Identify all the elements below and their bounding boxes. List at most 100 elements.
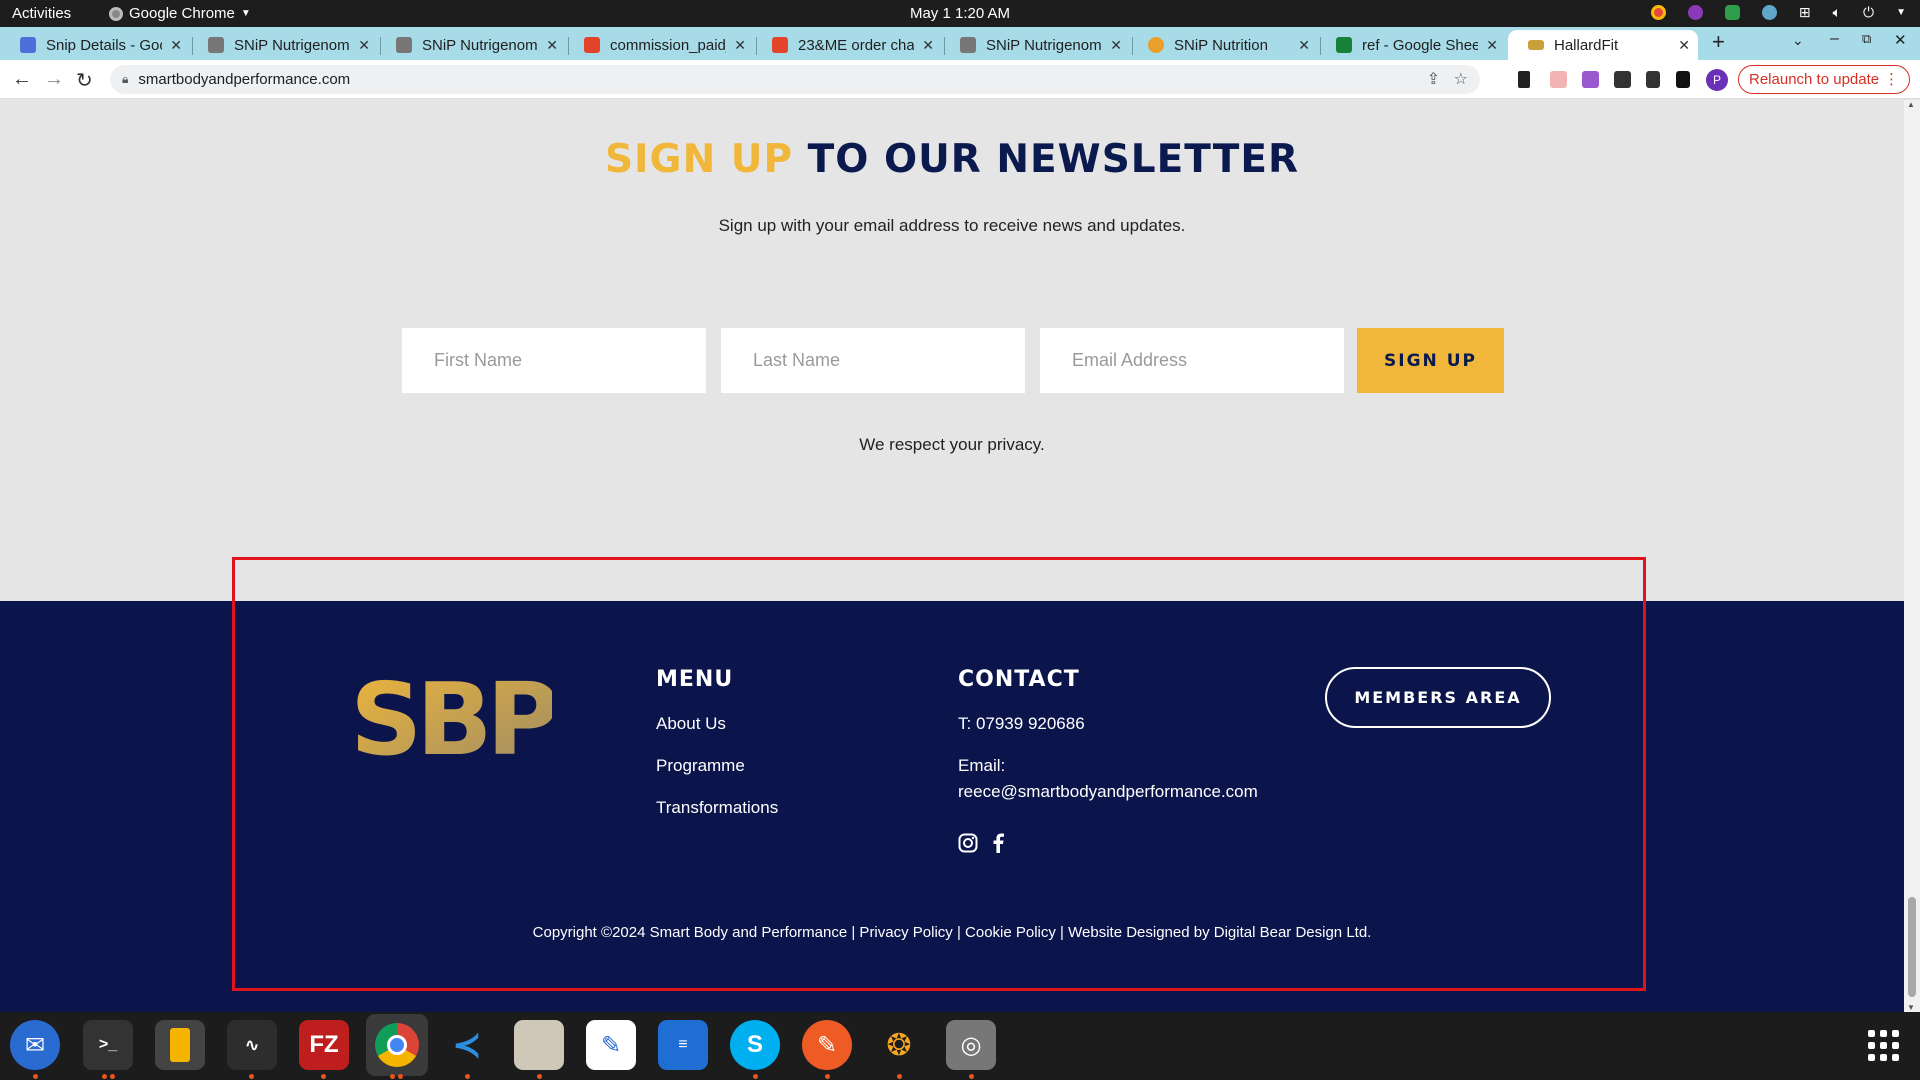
tab-title: HallardFit [1554,36,1619,54]
scroll-down-arrow-icon[interactable]: ▼ [1907,1003,1915,1012]
caret-down-icon[interactable]: ▼ [1896,7,1906,18]
files-icon[interactable] [514,1020,564,1070]
running-indicator [465,1074,470,1079]
page-scrollbar[interactable]: ▲ ▼ [1904,100,1920,1012]
postman-icon[interactable]: ✎ [802,1020,852,1070]
snip-favicon-icon [208,37,224,53]
x-tray-icon[interactable] [1761,5,1777,20]
tab-search-icon[interactable]: ⌄ [1792,32,1804,49]
tab[interactable]: SNiP Nutrigenomi ✕ [188,30,378,60]
gitlab-favicon-icon [772,37,788,53]
snip-favicon-icon [396,37,412,53]
tab[interactable]: commission_paid_ ✕ [564,30,754,60]
side-panel-icon[interactable] [1676,71,1690,88]
close-tab-icon[interactable]: ✕ [170,37,182,54]
gitlab-favicon-icon [584,37,600,53]
network-icon[interactable]: ⊞ [1799,4,1811,21]
thunderbird-icon[interactable]: ✉ [10,1020,60,1070]
running-indicator [102,1074,107,1079]
share-icon[interactable]: ⇪ [1427,69,1440,89]
vscode-icon[interactable]: ≺ [442,1020,492,1070]
tab-title: SNiP Nutrition [1174,36,1268,54]
relaunch-button[interactable]: Relaunch to update ⋮ [1738,65,1910,94]
skype-icon[interactable]: S [730,1020,780,1070]
restore-icon[interactable]: ⧉ [1862,31,1871,47]
close-tab-icon[interactable]: ✕ [358,37,370,54]
download-icon[interactable] [1646,71,1660,88]
text-editor-icon[interactable]: ✎ [586,1020,636,1070]
tab-strip: Snip Details - Goo ✕ SNiP Nutrigenomi ✕ … [0,27,1920,60]
more-menu-icon[interactable]: ⋮ [1884,70,1899,88]
first-name-input[interactable] [402,328,706,393]
email-input[interactable] [1040,328,1344,393]
running-indicator [969,1074,974,1079]
running-indicator [897,1074,902,1079]
close-tab-icon[interactable]: ✕ [1486,37,1498,54]
libreoffice-writer-icon[interactable]: ≡ [658,1020,708,1070]
bookmark-star-icon[interactable]: ☆ [1454,69,1468,89]
filezilla-icon[interactable]: FZ [299,1020,349,1070]
extensions-puzzle-icon[interactable] [1614,71,1631,88]
running-indicator [537,1074,542,1079]
close-tab-icon[interactable]: ✕ [1298,37,1310,54]
hallardfit-favicon-icon [1528,40,1544,50]
dock: ✉ >_ ∿ FZ ≺ ✎ ≡ S ✎ ❂ ◎ [0,1012,1920,1080]
minimize-icon[interactable]: – [1830,30,1839,48]
running-indicator [398,1074,403,1079]
system-top-bar: Activities Google Chrome ▼ May 1 1:20 AM… [0,0,1920,27]
tab[interactable]: SNiP Nutrition ✕ [1128,30,1318,60]
close-tab-icon[interactable]: ✕ [922,37,934,54]
calculator-icon[interactable] [155,1020,205,1070]
pen-extension-icon[interactable] [1582,71,1599,88]
shield-tray-icon[interactable] [1724,5,1740,20]
tab-active[interactable]: HallardFit ✕ [1508,30,1698,60]
scrollbar-thumb[interactable] [1908,897,1916,997]
heading-rest: TO OUR NEWSLETTER [807,137,1300,182]
tab[interactable]: SNiP Nutrigenomi ✕ [940,30,1130,60]
snip-favicon-icon [960,37,976,53]
close-tab-icon[interactable]: ✕ [1678,37,1690,54]
volume-icon[interactable]: 🔈︎ [1833,4,1841,21]
profile-avatar[interactable]: P [1706,69,1728,91]
newsletter-subtitle: Sign up with your email address to recei… [718,216,1186,235]
close-tab-icon[interactable]: ✕ [1110,37,1122,54]
power-icon[interactable]: ⏻ [1863,4,1874,21]
flame-app-icon[interactable]: ❂ [874,1020,924,1070]
tab[interactable]: 23&ME order chan ✕ [752,30,942,60]
system-monitor-icon[interactable]: ∿ [227,1020,277,1070]
close-tab-icon[interactable]: ✕ [734,37,746,54]
show-applications-icon[interactable] [1868,1030,1899,1061]
running-indicator [110,1074,115,1079]
sign-up-button[interactable]: SIGN UP [1357,328,1504,393]
calendar-extension-icon[interactable] [1550,71,1567,88]
chrome-icon[interactable] [366,1014,428,1076]
disc-icon[interactable]: ◎ [946,1020,996,1070]
chrome-tray-icon[interactable] [1650,5,1666,20]
tab-title: SNiP Nutrigenomi [234,36,351,54]
clock[interactable]: May 1 1:20 AM [0,5,1920,22]
close-window-icon[interactable]: ✕ [1894,31,1907,49]
back-icon[interactable]: ← [12,68,32,91]
running-indicator [33,1074,38,1079]
toolbar: ← → ↻ 🔒︎ smartbodyandperformance.com ⇪ ☆… [0,60,1920,99]
new-tab-icon[interactable]: + [1712,29,1725,55]
tab[interactable]: Snip Details - Goo ✕ [0,30,190,60]
tab[interactable]: SNiP Nutrigenomi ✕ [376,30,566,60]
terminal-icon[interactable]: >_ [83,1020,133,1070]
address-bar[interactable]: 🔒︎ smartbodyandperformance.com ⇪ ☆ [110,65,1480,94]
lock-icon[interactable]: 🔒︎ [122,72,128,87]
close-tab-icon[interactable]: ✕ [546,37,558,54]
reload-icon[interactable]: ↻ [76,68,93,93]
app-tray-icon[interactable] [1687,5,1703,20]
system-tray[interactable]: ⊞ 🔈︎ ⏻ ▼ [1650,4,1906,21]
scroll-up-arrow-icon[interactable]: ▲ [1907,100,1915,109]
last-name-input[interactable] [721,328,1025,393]
running-indicator [825,1074,830,1079]
url-text[interactable]: smartbodyandperformance.com [138,71,350,88]
tab-title: ref - Google Sheet [1362,36,1479,54]
docs-favicon-icon [20,37,36,53]
forward-icon[interactable]: → [44,68,64,91]
eyedropper-extension-icon[interactable] [1518,71,1530,88]
heading-accent: SIGN UP [604,137,794,182]
tab[interactable]: ref - Google Sheet ✕ [1316,30,1506,60]
